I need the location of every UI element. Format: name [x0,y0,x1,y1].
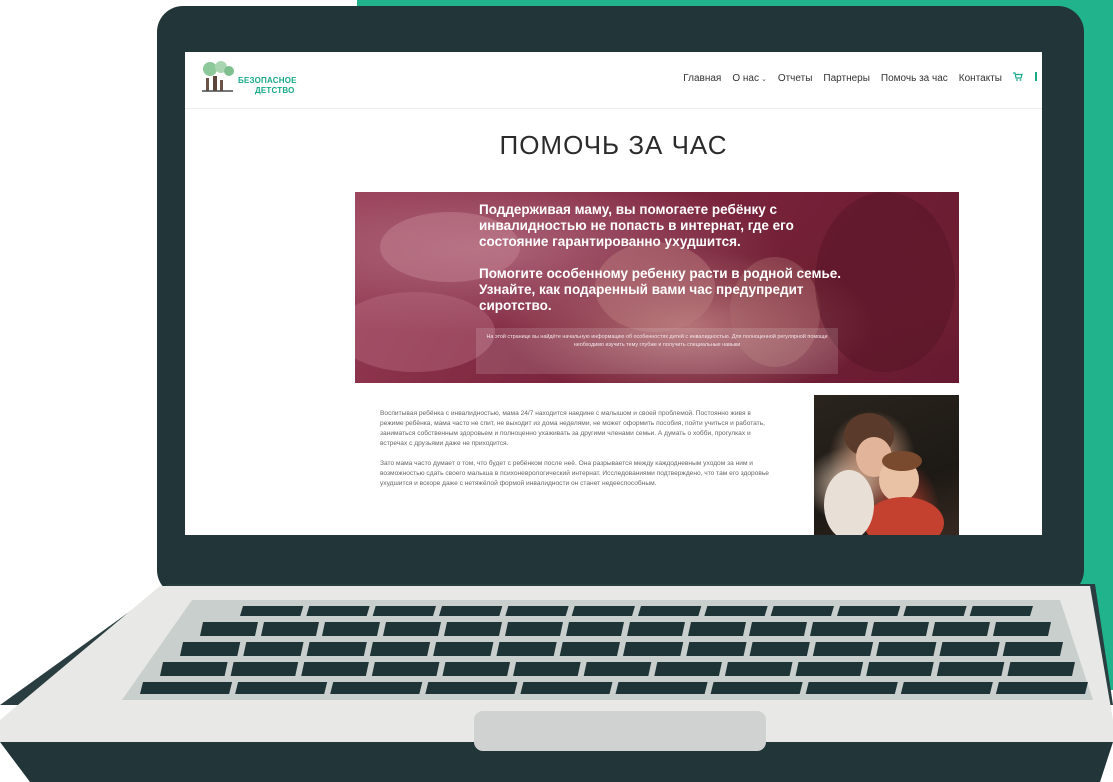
keyboard-key [433,642,494,656]
article-paragraph-1: Воспитывая ребёнка с инвалидностью, мама… [380,410,765,447]
photo-figures [824,413,944,535]
keyboard-key [243,642,304,656]
keyboard-key [566,622,624,636]
keyboard-key [812,642,874,656]
keyboard-key [654,662,722,676]
keyboard-key [235,682,328,694]
keyboard-key [513,662,581,676]
keyboard-key [810,622,868,636]
keyboard-key [1002,642,1063,656]
cart-icon[interactable] [1013,72,1023,84]
keyboard-key [1007,662,1075,676]
keyboard-key [425,682,518,694]
family-tree-logo-icon [202,61,234,92]
keyboard-key [615,682,708,694]
keyboard-key [866,662,934,676]
keyboard-key [936,662,1005,676]
keyboard-key [871,622,929,636]
nav-item-home[interactable]: Главная [683,73,721,84]
keyboard-key [444,622,502,636]
keyboard-key [627,622,685,636]
keyboard-key [240,606,304,616]
keyboard-key [993,622,1051,636]
keyboard-key [571,606,635,616]
keyboard-key [686,642,747,656]
keyboard-key [939,642,1000,656]
keyboard-key [200,622,258,636]
keyboard-key [770,606,834,616]
nav-item-partners[interactable]: Партнеры [823,73,870,84]
article-paragraph-2: Зато мама часто думает о том, что будет … [380,460,769,487]
logo-text-line2: ДЕТСТВО [255,86,295,95]
keyboard-key [301,662,369,676]
keyboard-key [876,642,937,656]
hero-paragraph-1: Поддерживая маму, вы помогаете ребёнку с… [479,202,794,249]
keyboard-key [369,642,431,656]
website-screen: БЕЗОПАСНОЕ ДЕТСТВО Главная О нас ⌄ Отчеты… [185,52,1042,535]
keyboard-key [496,642,557,656]
keyboard-key [371,662,440,676]
keyboard-key [749,622,807,636]
keyboard-key [383,622,441,636]
keyboard-key [439,606,503,616]
chevron-down-icon: ⌄ [760,75,767,83]
site-header: БЕЗОПАСНОЕ ДЕТСТВО Главная О нас ⌄ Отчеты… [185,52,1042,109]
nav-item-help-hour[interactable]: Помочь за час [881,73,948,84]
nav-item-reports[interactable]: Отчеты [778,73,813,84]
keyboard-key [638,606,702,616]
keyboard-key [442,662,511,676]
keyboard-key [932,622,990,636]
keyboard-key [306,606,370,616]
hero-paragraph-2: Помогите особенному ребенку расти в родн… [479,266,842,313]
menu-icon-glyph [1035,72,1037,81]
keyboard-key [704,606,768,616]
menu-icon[interactable] [1034,72,1038,84]
keyboard-key [795,662,864,676]
keyboard-key [330,682,423,694]
keyboard-key [520,682,613,694]
keyboard-key [140,682,233,694]
mother-child-photo [814,395,959,535]
keyboard-key [230,662,299,676]
keyboard-key [995,682,1088,694]
nav-item-about[interactable]: О нас ⌄ [732,73,767,84]
nav-item-contacts[interactable]: Контакты [959,73,1002,84]
keyboard-key [623,642,684,656]
keyboard-key [903,606,967,616]
keyboard-key [583,662,652,676]
keyboard-key [261,622,319,636]
keyboard-key [688,622,746,636]
trackpad [474,711,766,751]
main-nav: Главная О нас ⌄ Отчеты Партнеры Помочь за… [683,72,1038,84]
keyboard-key [505,606,569,616]
keyboard-key [306,642,367,656]
keyboard-key [969,606,1033,616]
page-title: ПОМОЧЬ ЗА ЧАС [499,130,728,160]
keyboard-key [559,642,620,656]
keyboard-key [900,682,993,694]
keyboard-key [710,682,803,694]
keyboard-key [749,642,810,656]
keyboard-key [805,682,898,694]
cart-icon-glyph [1013,72,1023,81]
keyboard-key [505,622,563,636]
keyboard-key [837,606,901,616]
logo-text-line1: БЕЗОПАСНОЕ [238,76,297,85]
keyboard-key [372,606,436,616]
nav-item-about-label: О нас [732,72,759,84]
keyboard-key [160,662,228,676]
keyboard-key [322,622,380,636]
article-body: Воспитывая ребёнка с инвалидностью, мама… [380,409,775,499]
keyboard-key [724,662,793,676]
hero-note: На этой странице вы найдёте начальную ин… [476,328,838,374]
hero-banner: Поддерживая маму, вы помогаете ребёнку с… [355,192,959,383]
keyboard-key [180,642,241,656]
site-logo[interactable]: БЕЗОПАСНОЕ ДЕТСТВО [199,60,309,100]
